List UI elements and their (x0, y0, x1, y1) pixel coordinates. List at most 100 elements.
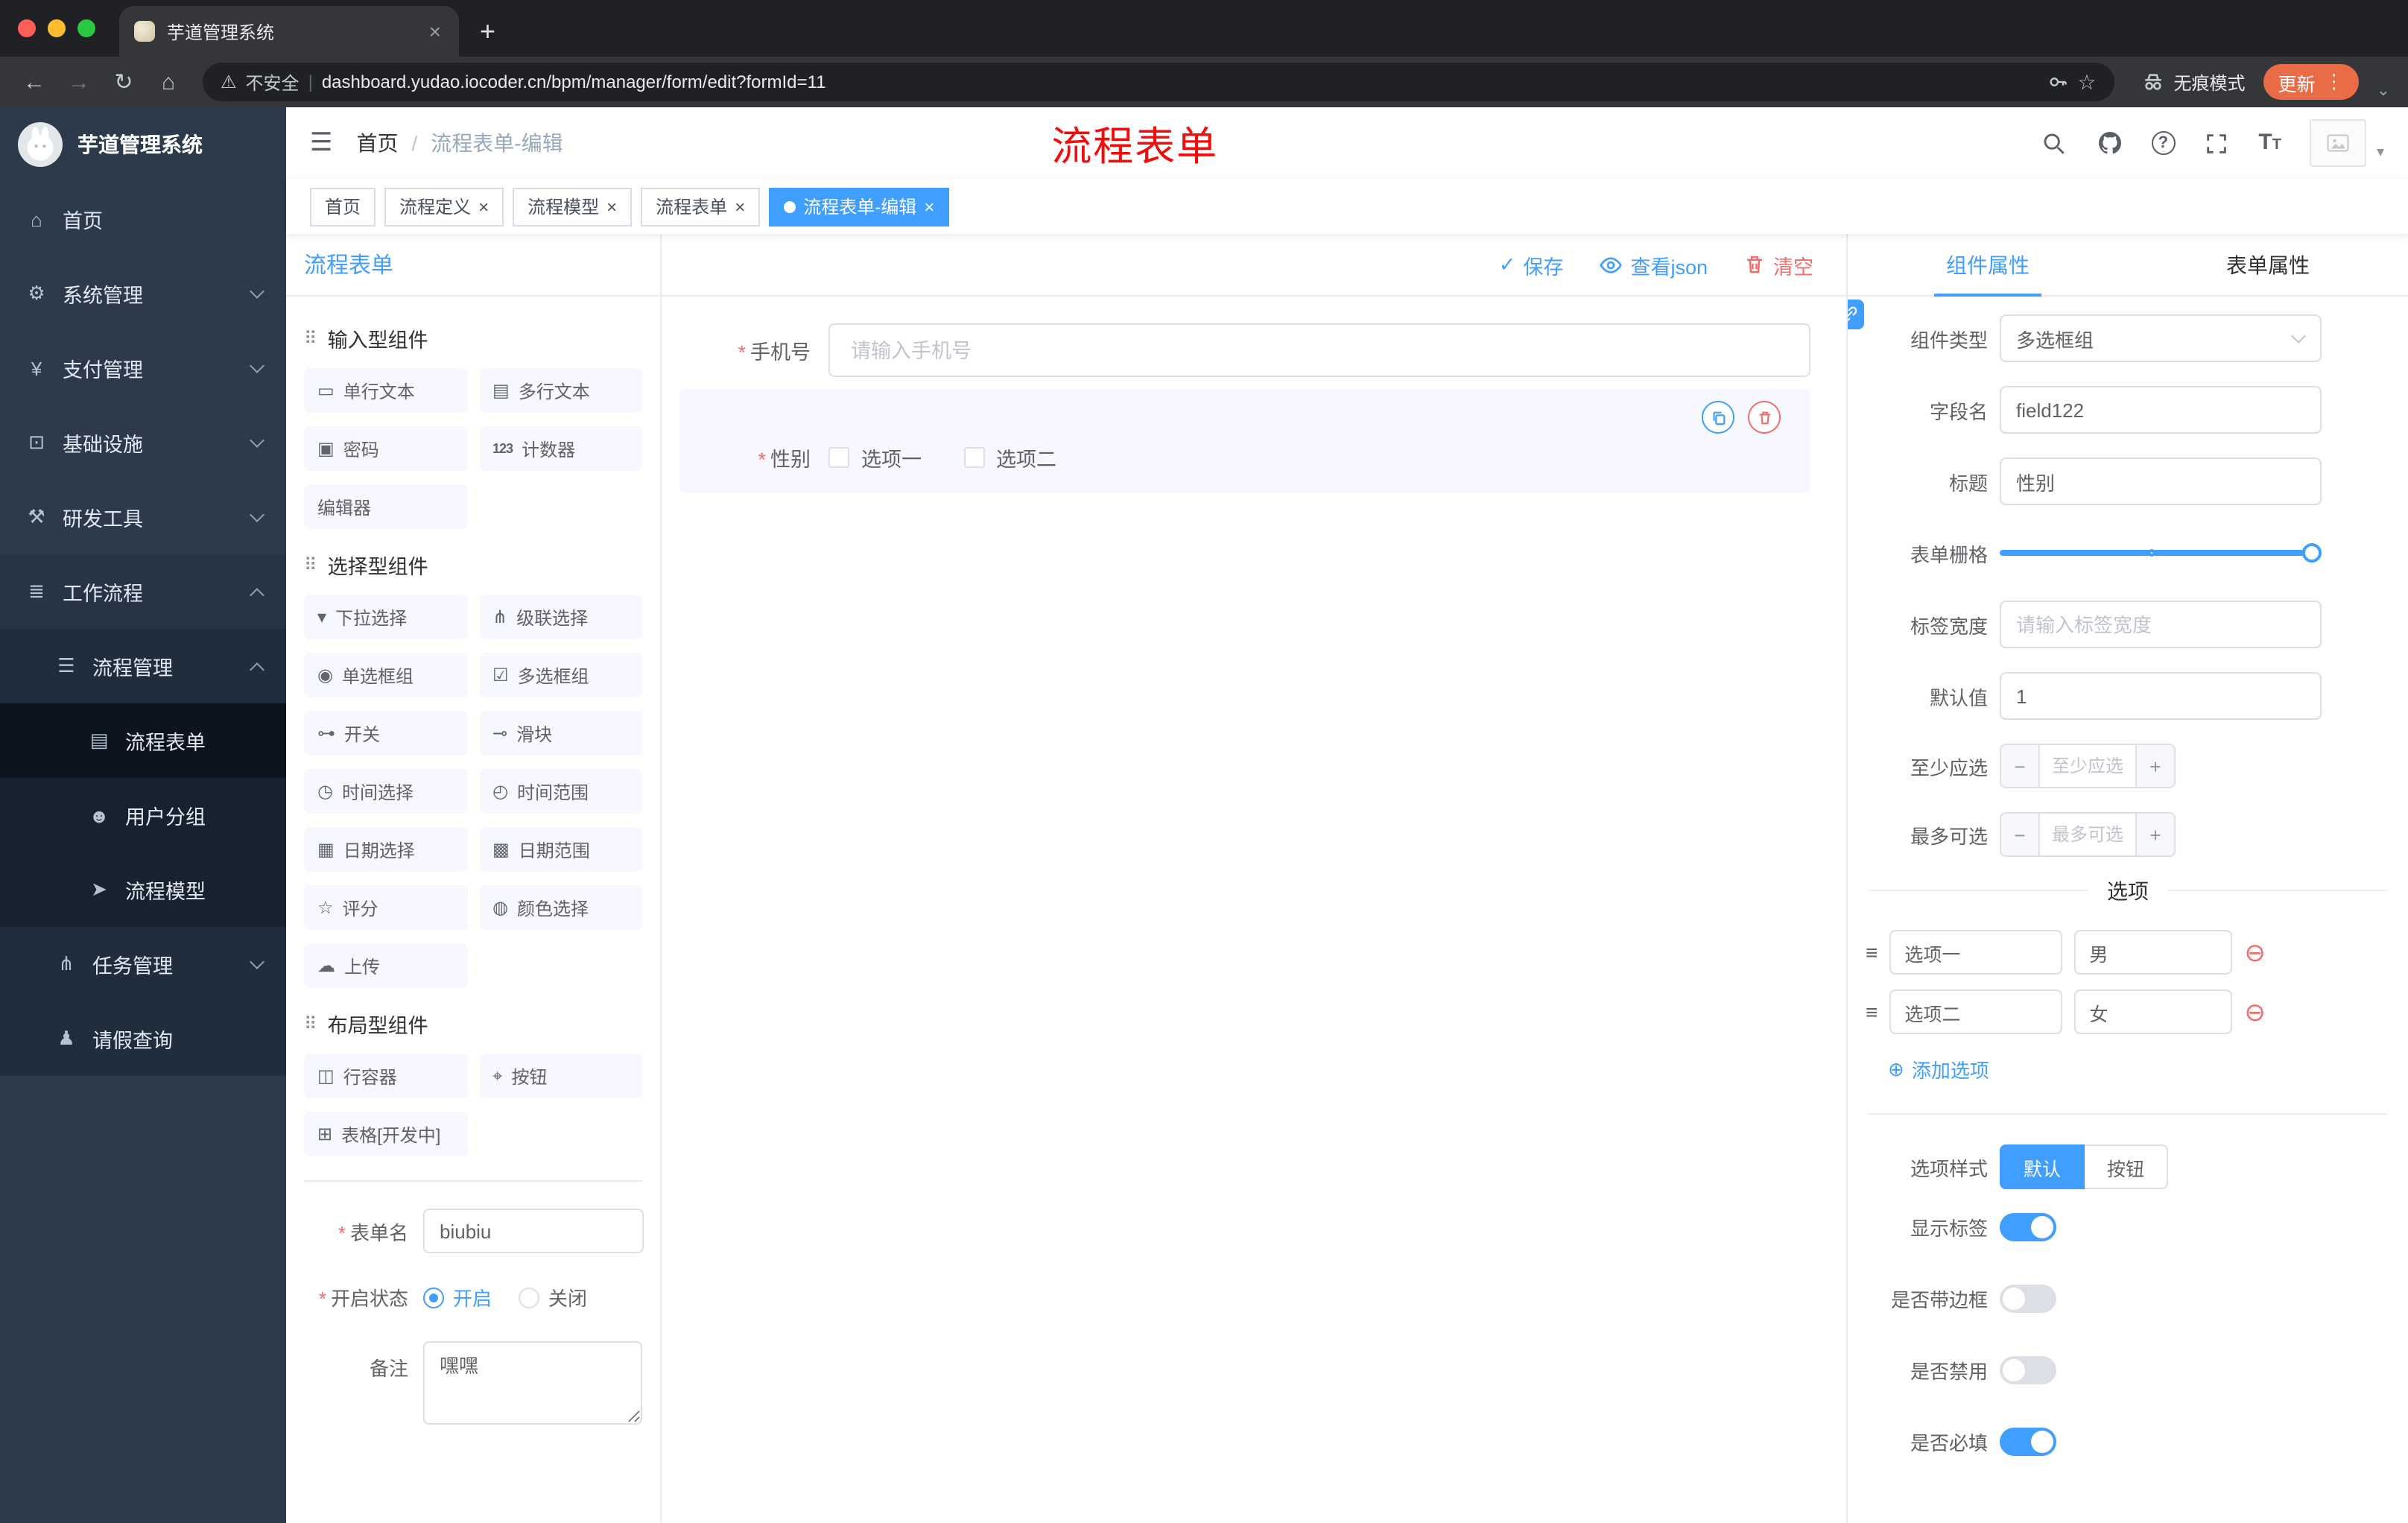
palette-item-button[interactable]: ⌖ 按钮 (479, 1054, 642, 1098)
save-button[interactable]: ✓ 保存 (1499, 250, 1564, 279)
search-icon[interactable] (2041, 130, 2068, 156)
clear-button[interactable]: 清空 (1743, 250, 1813, 279)
option2-label-input[interactable] (1889, 990, 2063, 1034)
palette-item-upload[interactable]: ☁ 上传 (304, 943, 467, 988)
palette-item-counter[interactable]: 123 计数器 (479, 426, 642, 471)
selected-component-gender[interactable]: * 性别 选项一 选项二 (679, 389, 1810, 493)
palette-item-editor[interactable]: 编辑器 (304, 484, 467, 529)
drag-handle-icon[interactable]: ≡ (1866, 1000, 1878, 1024)
tag-close-icon[interactable]: × (924, 196, 934, 217)
tag-close-icon[interactable]: × (478, 196, 489, 217)
sidebar-item-user-group[interactable]: ☻ 用户分组 (0, 778, 286, 852)
sidebar-item-system-mgmt[interactable]: ⚙ 系统管理 (0, 256, 286, 331)
sidebar-item-workflow[interactable]: ≣ 工作流程 (0, 554, 286, 629)
palette-item-password[interactable]: ▣ 密码 (304, 426, 467, 471)
palette-item-multi-line-text[interactable]: ▤ 多行文本 (479, 368, 642, 413)
sidebar-item-process-model[interactable]: ➤ 流程模型 (0, 852, 286, 927)
checkbox-box[interactable] (828, 447, 849, 468)
palette-item-time-range[interactable]: ◴ 时间范围 (479, 769, 642, 814)
tab-form-props[interactable]: 表单属性 (2128, 234, 2408, 295)
tag-process-definition[interactable]: 流程定义 × (384, 187, 504, 226)
drag-handle-icon[interactable]: ≡ (1866, 940, 1878, 964)
palette-item-single-line-text[interactable]: ▭ 单行文本 (304, 368, 467, 413)
option1-value-input[interactable] (2074, 930, 2233, 975)
avatar[interactable] (2309, 119, 2366, 167)
title-input[interactable] (2000, 457, 2322, 505)
palette-item-color-picker[interactable]: ◍ 颜色选择 (479, 885, 642, 930)
palette-item-radio-group[interactable]: ◉ 单选框组 (304, 653, 467, 697)
sidebar-item-home[interactable]: ⌂ 首页 (0, 182, 286, 256)
label-width-input[interactable] (2000, 601, 2322, 648)
phone-input[interactable] (828, 323, 1810, 377)
palette-item-table[interactable]: ⊞ 表格[开发中] (304, 1112, 467, 1156)
max-select-input[interactable] (2040, 814, 2135, 855)
palette-item-switch[interactable]: ⊶ 开关 (304, 711, 467, 756)
tag-process-form[interactable]: 流程表单 × (641, 187, 761, 226)
palette-item-row-container[interactable]: ◫ 行容器 (304, 1054, 467, 1098)
sidebar-item-task-mgmt[interactable]: ⋔ 任务管理 (0, 927, 286, 1001)
reload-icon[interactable]: ↻ (104, 69, 143, 95)
tag-close-icon[interactable]: × (606, 196, 617, 217)
window-minimize-button[interactable] (48, 19, 66, 37)
status-off-radio[interactable]: 关闭 (519, 1283, 587, 1311)
window-zoom-button[interactable] (77, 19, 95, 37)
breadcrumb-home[interactable]: 首页 (357, 128, 399, 158)
form-remark-textarea[interactable]: 嘿嘿 (423, 1341, 642, 1425)
style-button-button[interactable]: 按钮 (2085, 1144, 2169, 1189)
bookmark-star-icon[interactable]: ☆ (2077, 69, 2096, 95)
tag-home[interactable]: 首页 (310, 187, 376, 226)
tab-component-props[interactable]: 组件属性 (1848, 234, 2128, 297)
sidebar-logo[interactable]: 芋道管理系统 (0, 107, 286, 182)
field-name-input[interactable] (2000, 386, 2322, 434)
delete-component-button[interactable] (1748, 401, 1781, 434)
checkbox-box[interactable] (963, 447, 984, 468)
sidebar-collapse-icon[interactable]: ☰ (310, 128, 333, 158)
component-type-select[interactable]: 多选框组 (2000, 314, 2322, 362)
plus-button[interactable]: + (2135, 745, 2174, 787)
tab-close-icon[interactable]: × (426, 19, 444, 43)
default-value-input[interactable] (2000, 672, 2322, 720)
home-icon[interactable]: ⌂ (149, 69, 188, 95)
palette-item-select[interactable]: ▾ 下拉选择 (304, 595, 467, 639)
palette-item-slider[interactable]: ⊸ 滑块 (479, 711, 642, 756)
back-icon[interactable]: ← (15, 69, 54, 95)
palette-item-checkbox-group[interactable]: ☑ 多选框组 (479, 653, 642, 697)
tag-close-icon[interactable]: × (735, 196, 745, 217)
remove-option-icon[interactable]: ⊖ (2244, 999, 2266, 1025)
sidebar-item-infrastructure[interactable]: ⊡ 基础设施 (0, 405, 286, 480)
required-toggle[interactable] (2000, 1428, 2056, 1456)
palette-item-date-range[interactable]: ▩ 日期范围 (479, 827, 642, 872)
forward-icon[interactable]: → (60, 69, 98, 95)
style-default-button[interactable]: 默认 (2000, 1144, 2085, 1189)
minus-button[interactable]: − (2001, 814, 2040, 855)
help-icon[interactable]: ? (2151, 131, 2176, 155)
github-icon[interactable] (2096, 130, 2123, 156)
sidebar-item-leave-query[interactable]: ♟ 请假查询 (0, 1001, 286, 1076)
sidebar-item-payment-mgmt[interactable]: ¥ 支付管理 (0, 331, 286, 405)
border-toggle[interactable] (2000, 1285, 2056, 1313)
toolbar-caret-icon[interactable]: ⌄ (2377, 80, 2390, 99)
disabled-toggle[interactable] (2000, 1356, 2056, 1384)
plus-button[interactable]: + (2135, 814, 2174, 855)
option2-value-input[interactable] (2074, 990, 2233, 1034)
gender-option2-checkbox[interactable]: 选项二 (963, 443, 1056, 472)
status-on-radio[interactable]: 开启 (423, 1283, 492, 1311)
sidebar-item-process-form[interactable]: ▤ 流程表单 (0, 703, 286, 778)
palette-item-rate[interactable]: ☆ 评分 (304, 885, 467, 930)
browser-tab[interactable]: 芋道管理系统 × (119, 6, 459, 57)
palette-item-cascader[interactable]: ⋔ 级联选择 (479, 595, 642, 639)
password-key-icon[interactable] (2047, 72, 2068, 92)
new-tab-button[interactable]: + (480, 16, 495, 48)
option1-label-input[interactable] (1889, 930, 2063, 975)
min-select-input[interactable] (2040, 745, 2135, 787)
minus-button[interactable]: − (2001, 745, 2040, 787)
sidebar-item-dev-tools[interactable]: ⚒ 研发工具 (0, 480, 286, 554)
palette-item-date-picker[interactable]: ▦ 日期选择 (304, 827, 467, 872)
remove-option-icon[interactable]: ⊖ (2244, 940, 2266, 965)
link-icon[interactable] (1848, 300, 1864, 329)
font-size-icon[interactable]: TT (2258, 130, 2281, 156)
grid-slider[interactable] (2000, 529, 2322, 577)
form-name-input[interactable] (423, 1209, 644, 1253)
view-json-button[interactable]: 查看json (1599, 250, 1708, 279)
tag-process-form-edit[interactable]: 流程表单-编辑 × (769, 187, 950, 226)
